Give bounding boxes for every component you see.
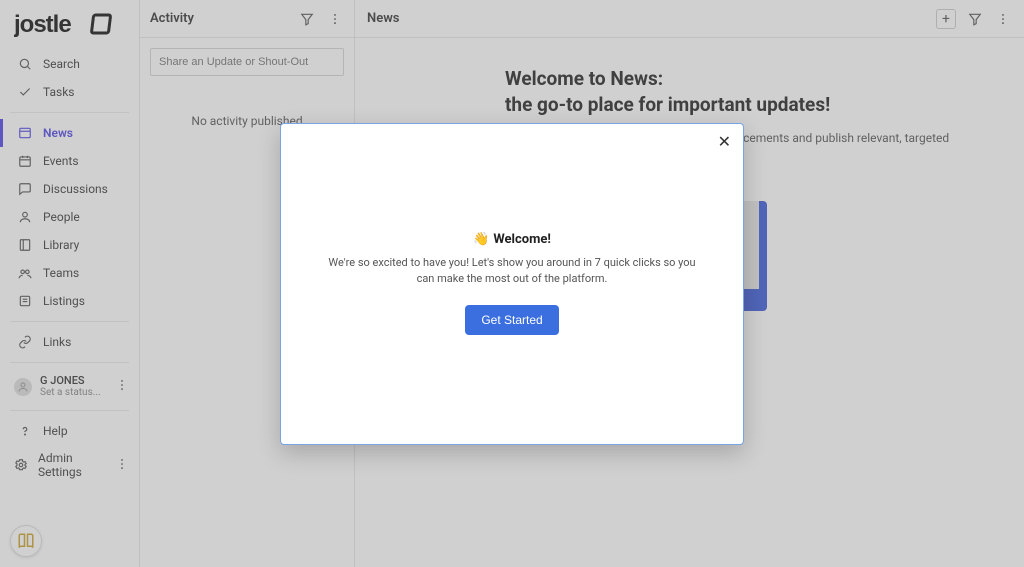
modal-overlay[interactable]: ✕ 👋 Welcome! We're so excited to have yo… [0,0,1024,567]
wave-icon: 👋 [473,232,489,247]
modal-body-text: We're so excited to have you! Let's show… [322,255,702,287]
modal-title: 👋 Welcome! [473,232,551,247]
close-icon[interactable]: ✕ [718,134,731,150]
app-root: jostle Search Tasks News Events [0,0,1024,567]
welcome-modal: ✕ 👋 Welcome! We're so excited to have yo… [280,123,744,445]
get-started-button[interactable]: Get Started [465,305,558,335]
modal-title-text: Welcome! [493,232,551,247]
